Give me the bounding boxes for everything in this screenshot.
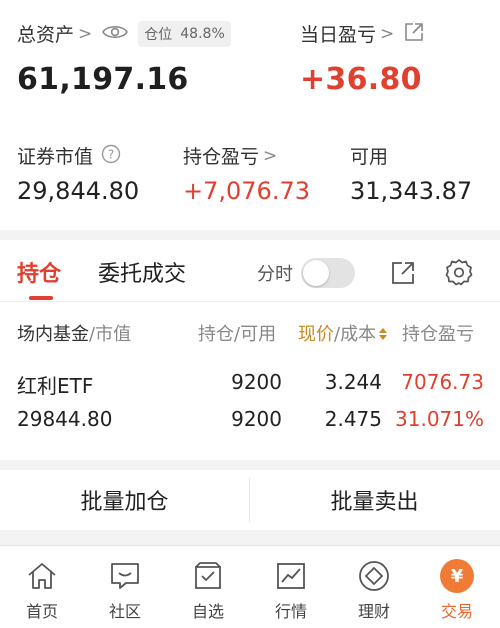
tab-bar: 持仓 委托成交 分时 [0, 240, 500, 302]
total-assets-value: 61,197.16 [17, 62, 189, 97]
market-value-header: 证券市值 ? [17, 142, 121, 169]
chevron-right-icon: > [78, 23, 93, 44]
column-header-position: 持仓/可用 [198, 320, 276, 346]
available-label: 可用 [350, 146, 389, 168]
available-header: 可用 [350, 142, 388, 169]
eye-icon[interactable] [102, 23, 129, 45]
nav-market-label: 行情 [274, 602, 307, 621]
tab-orders[interactable]: 委托成交 [98, 256, 186, 288]
nav-watchlist[interactable]: 自选 [166, 546, 250, 628]
chart-icon [273, 558, 309, 594]
help-icon[interactable]: ? [101, 144, 121, 168]
sort-arrows-icon [378, 328, 388, 342]
timeshare-toggle[interactable]: 分时 [257, 258, 355, 288]
column-cost-label: /成本 [334, 324, 377, 345]
yuan-icon: ¥ [439, 558, 475, 594]
trade-yuan-badge: ¥ [440, 559, 474, 593]
chat-icon [107, 558, 143, 594]
column-available-label: /可用 [234, 324, 277, 345]
holdings-panel: 持仓 委托成交 分时 场内基金/市值 持仓/可用 现价/成本 持仓盈亏 红利ET… [0, 240, 500, 460]
total-assets-header[interactable]: 总资产 > 仓位 48.8% [17, 20, 231, 47]
timeshare-label: 分时 [257, 264, 293, 285]
market-value-label: 证券市值 [17, 146, 94, 168]
column-price-label: 现价 [298, 324, 334, 345]
account-summary: 总资产 > 仓位 48.8% 当日盈亏 > 61,197.16 +36.80 证… [0, 0, 500, 230]
nav-wealth[interactable]: 理财 [332, 546, 416, 628]
holding-available: 9200 [231, 407, 282, 431]
column-market-value-label: /市值 [89, 324, 132, 345]
diamond-icon [356, 558, 392, 594]
chevron-right-icon: > [380, 23, 395, 44]
watchlist-icon [190, 558, 226, 594]
column-position-label: 持仓 [198, 324, 234, 345]
holding-pnl: 7076.73 [401, 370, 484, 394]
holding-pnl-label: 持仓盈亏 [183, 146, 260, 168]
column-header-price[interactable]: 现价/成本 [298, 320, 388, 346]
share-icon[interactable] [404, 22, 424, 46]
holding-position: 9200 [231, 370, 282, 394]
switch-knob [303, 260, 329, 286]
timeshare-switch[interactable] [301, 258, 355, 288]
column-header-pnl: 持仓盈亏 [402, 320, 500, 346]
settings-gear-icon[interactable] [445, 258, 473, 290]
holding-market-value: 29844.80 [17, 407, 113, 431]
nav-market[interactable]: 行情 [249, 546, 333, 628]
nav-home[interactable]: 首页 [0, 546, 84, 628]
tab-holdings[interactable]: 持仓 [17, 256, 61, 288]
share-icon[interactable] [390, 260, 416, 290]
chevron-right-icon: > [263, 145, 278, 166]
holding-price: 3.244 [324, 370, 382, 394]
holding-pnl-value: +7,076.73 [183, 177, 310, 205]
batch-sell-button[interactable]: 批量卖出 [250, 470, 499, 530]
total-assets-label: 总资产 [17, 24, 75, 46]
market-value-value: 29,844.80 [17, 177, 140, 205]
column-fund-label: 场内基金 [17, 324, 89, 345]
holding-pnl-percent: 31.071% [395, 407, 484, 431]
home-icon [24, 558, 60, 594]
nav-trade[interactable]: ¥ 交易 [415, 546, 499, 628]
daily-pnl-label: 当日盈亏 [300, 24, 377, 46]
holding-name: 红利ETF [17, 374, 94, 398]
column-pnl-label: 持仓盈亏 [402, 324, 474, 345]
position-ratio-label: 仓位 [144, 26, 173, 43]
position-ratio-badge: 仓位 48.8% [138, 20, 231, 47]
bottom-navigation: 首页 社区 自选 行情 理财 ¥ 交易 [0, 545, 500, 628]
daily-pnl-header[interactable]: 当日盈亏 > [300, 20, 424, 47]
holding-cost: 2.475 [324, 407, 382, 431]
available-value: 31,343.87 [350, 177, 473, 205]
nav-watchlist-label: 自选 [191, 602, 224, 621]
daily-pnl-value: +36.80 [300, 62, 422, 97]
holding-pnl-header[interactable]: 持仓盈亏 > [183, 142, 277, 169]
nav-community-label: 社区 [108, 602, 141, 621]
batch-actions: 批量加仓 批量卖出 [0, 470, 500, 530]
svg-text:?: ? [108, 147, 114, 161]
column-header-fund: 场内基金/市值 [17, 320, 131, 346]
active-tab-indicator [29, 296, 53, 300]
nav-wealth-label: 理财 [357, 602, 390, 621]
nav-community[interactable]: 社区 [83, 546, 167, 628]
nav-home-label: 首页 [25, 602, 58, 621]
batch-add-button[interactable]: 批量加仓 [0, 470, 249, 530]
nav-trade-label: 交易 [440, 602, 473, 621]
position-ratio-value: 48.8% [180, 25, 225, 42]
